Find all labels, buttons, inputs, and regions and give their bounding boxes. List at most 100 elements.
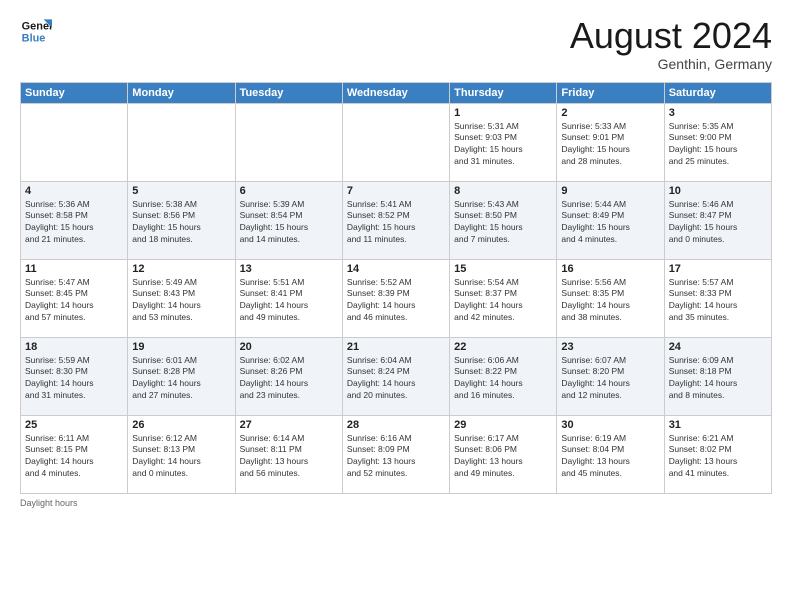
day-info: Sunrise: 6:16 AM Sunset: 8:09 PM Dayligh… bbox=[347, 433, 445, 481]
day-info: Sunrise: 5:36 AM Sunset: 8:58 PM Dayligh… bbox=[25, 199, 123, 247]
calendar-day-cell: 18 Sunrise: 5:59 AM Sunset: 8:30 PM Dayli… bbox=[21, 337, 128, 415]
day-number: 3 bbox=[669, 107, 767, 119]
day-number: 25 bbox=[25, 419, 123, 431]
day-info: Sunrise: 5:38 AM Sunset: 8:56 PM Dayligh… bbox=[132, 199, 230, 247]
calendar-day-cell: 26Sunrise: 6:12 AM Sunset: 8:13 PM Dayli… bbox=[128, 415, 235, 493]
calendar-day-cell: 17Sunrise: 5:57 AM Sunset: 8:33 PM Dayli… bbox=[664, 259, 771, 337]
day-info: Sunrise: 6:04 AM Sunset: 8:24 PM Dayligh… bbox=[347, 355, 445, 403]
day-number: 19 bbox=[132, 341, 230, 353]
day-number: 20 bbox=[240, 341, 338, 353]
calendar-day-cell: 11 Sunrise: 5:47 AM Sunset: 8:45 PM Dayli… bbox=[21, 259, 128, 337]
calendar-day-cell: 27 Sunrise: 6:14 AM Sunset: 8:11 PM Dayli… bbox=[235, 415, 342, 493]
calendar-week-row: 4 Sunrise: 5:36 AM Sunset: 8:58 PM Daylig… bbox=[21, 181, 772, 259]
calendar-day-cell: 28 Sunrise: 6:16 AM Sunset: 8:09 PM Dayli… bbox=[342, 415, 449, 493]
day-number: 5 bbox=[132, 185, 230, 197]
calendar-day-cell: 14Sunrise: 5:52 AM Sunset: 8:39 PM Dayli… bbox=[342, 259, 449, 337]
calendar-day-cell: 5 Sunrise: 5:38 AM Sunset: 8:56 PM Daylig… bbox=[128, 181, 235, 259]
day-info: Sunrise: 6:19 AM Sunset: 8:04 PM Dayligh… bbox=[561, 433, 659, 481]
day-info: Sunrise: 6:01 AM Sunset: 8:28 PM Dayligh… bbox=[132, 355, 230, 403]
day-header: Friday bbox=[557, 82, 664, 103]
calendar-day-cell bbox=[128, 103, 235, 181]
day-number: 15 bbox=[454, 263, 552, 275]
subtitle: Genthin, Germany bbox=[570, 56, 772, 72]
day-number: 2 bbox=[561, 107, 659, 119]
calendar-day-cell: 15 Sunrise: 5:54 AM Sunset: 8:37 PM Dayli… bbox=[450, 259, 557, 337]
day-header: Saturday bbox=[664, 82, 771, 103]
day-number: 18 bbox=[25, 341, 123, 353]
day-info: Sunrise: 5:47 AM Sunset: 8:45 PM Dayligh… bbox=[25, 277, 123, 325]
day-number: 22 bbox=[454, 341, 552, 353]
day-number: 1 bbox=[454, 107, 552, 119]
calendar-table: SundayMondayTuesdayWednesdayThursdayFrid… bbox=[20, 82, 772, 494]
calendar-day-cell: 22 Sunrise: 6:06 AM Sunset: 8:22 PM Dayli… bbox=[450, 337, 557, 415]
calendar-day-cell: 4 Sunrise: 5:36 AM Sunset: 8:58 PM Daylig… bbox=[21, 181, 128, 259]
day-header: Thursday bbox=[450, 82, 557, 103]
calendar-day-cell: 13Sunrise: 5:51 AM Sunset: 8:41 PM Dayli… bbox=[235, 259, 342, 337]
day-info: Sunrise: 5:33 AM Sunset: 9:01 PM Dayligh… bbox=[561, 121, 659, 169]
day-number: 9 bbox=[561, 185, 659, 197]
calendar-day-cell: 6 Sunrise: 5:39 AM Sunset: 8:54 PM Daylig… bbox=[235, 181, 342, 259]
calendar-day-cell: 29Sunrise: 6:17 AM Sunset: 8:06 PM Dayli… bbox=[450, 415, 557, 493]
day-number: 30 bbox=[561, 419, 659, 431]
day-info: Sunrise: 5:31 AM Sunset: 9:03 PM Dayligh… bbox=[454, 121, 552, 169]
day-info: Sunrise: 5:35 AM Sunset: 9:00 PM Dayligh… bbox=[669, 121, 767, 169]
calendar-day-cell: 9 Sunrise: 5:44 AM Sunset: 8:49 PM Daylig… bbox=[557, 181, 664, 259]
day-number: 12 bbox=[132, 263, 230, 275]
day-number: 10 bbox=[669, 185, 767, 197]
calendar-day-cell: 25 Sunrise: 6:11 AM Sunset: 8:15 PM Dayli… bbox=[21, 415, 128, 493]
day-header: Wednesday bbox=[342, 82, 449, 103]
logo: General Blue bbox=[20, 16, 52, 48]
calendar-day-cell: 20Sunrise: 6:02 AM Sunset: 8:26 PM Dayli… bbox=[235, 337, 342, 415]
calendar-week-row: 25 Sunrise: 6:11 AM Sunset: 8:15 PM Dayli… bbox=[21, 415, 772, 493]
daylight-label: Daylight hours bbox=[20, 498, 78, 508]
calendar-day-cell: 1 Sunrise: 5:31 AM Sunset: 9:03 PM Daylig… bbox=[450, 103, 557, 181]
day-info: Sunrise: 5:52 AM Sunset: 8:39 PM Dayligh… bbox=[347, 277, 445, 325]
day-info: Sunrise: 5:46 AM Sunset: 8:47 PM Dayligh… bbox=[669, 199, 767, 247]
day-info: Sunrise: 5:59 AM Sunset: 8:30 PM Dayligh… bbox=[25, 355, 123, 403]
month-title: August 2024 bbox=[570, 16, 772, 56]
day-info: Sunrise: 5:43 AM Sunset: 8:50 PM Dayligh… bbox=[454, 199, 552, 247]
calendar-week-row: 1 Sunrise: 5:31 AM Sunset: 9:03 PM Daylig… bbox=[21, 103, 772, 181]
day-number: 6 bbox=[240, 185, 338, 197]
day-number: 11 bbox=[25, 263, 123, 275]
calendar-day-cell: 24 Sunrise: 6:09 AM Sunset: 8:18 PM Dayli… bbox=[664, 337, 771, 415]
day-info: Sunrise: 6:09 AM Sunset: 8:18 PM Dayligh… bbox=[669, 355, 767, 403]
day-info: Sunrise: 6:14 AM Sunset: 8:11 PM Dayligh… bbox=[240, 433, 338, 481]
title-block: August 2024 Genthin, Germany bbox=[570, 16, 772, 72]
calendar-day-cell: 16Sunrise: 5:56 AM Sunset: 8:35 PM Dayli… bbox=[557, 259, 664, 337]
day-info: Sunrise: 5:49 AM Sunset: 8:43 PM Dayligh… bbox=[132, 277, 230, 325]
calendar-day-cell: 21Sunrise: 6:04 AM Sunset: 8:24 PM Dayli… bbox=[342, 337, 449, 415]
day-number: 16 bbox=[561, 263, 659, 275]
day-info: Sunrise: 5:41 AM Sunset: 8:52 PM Dayligh… bbox=[347, 199, 445, 247]
calendar-day-cell: 12 Sunrise: 5:49 AM Sunset: 8:43 PM Dayli… bbox=[128, 259, 235, 337]
calendar-week-row: 18 Sunrise: 5:59 AM Sunset: 8:30 PM Dayli… bbox=[21, 337, 772, 415]
day-info: Sunrise: 5:54 AM Sunset: 8:37 PM Dayligh… bbox=[454, 277, 552, 325]
day-info: Sunrise: 6:11 AM Sunset: 8:15 PM Dayligh… bbox=[25, 433, 123, 481]
calendar-day-cell: 7 Sunrise: 5:41 AM Sunset: 8:52 PM Daylig… bbox=[342, 181, 449, 259]
day-number: 13 bbox=[240, 263, 338, 275]
day-header: Tuesday bbox=[235, 82, 342, 103]
day-info: Sunrise: 5:44 AM Sunset: 8:49 PM Dayligh… bbox=[561, 199, 659, 247]
calendar-day-cell: 2 Sunrise: 5:33 AM Sunset: 9:01 PM Daylig… bbox=[557, 103, 664, 181]
calendar-day-cell bbox=[235, 103, 342, 181]
day-number: 27 bbox=[240, 419, 338, 431]
calendar-day-cell: 10 Sunrise: 5:46 AM Sunset: 8:47 PM Dayli… bbox=[664, 181, 771, 259]
svg-text:Blue: Blue bbox=[22, 32, 46, 44]
day-number: 29 bbox=[454, 419, 552, 431]
day-number: 28 bbox=[347, 419, 445, 431]
day-info: Sunrise: 6:12 AM Sunset: 8:13 PM Dayligh… bbox=[132, 433, 230, 481]
day-info: Sunrise: 5:39 AM Sunset: 8:54 PM Dayligh… bbox=[240, 199, 338, 247]
day-info: Sunrise: 6:06 AM Sunset: 8:22 PM Dayligh… bbox=[454, 355, 552, 403]
day-number: 7 bbox=[347, 185, 445, 197]
calendar-day-cell bbox=[342, 103, 449, 181]
day-number: 24 bbox=[669, 341, 767, 353]
day-number: 8 bbox=[454, 185, 552, 197]
calendar-week-row: 11 Sunrise: 5:47 AM Sunset: 8:45 PM Dayli… bbox=[21, 259, 772, 337]
day-number: 4 bbox=[25, 185, 123, 197]
calendar-day-cell bbox=[21, 103, 128, 181]
calendar-day-cell: 30 Sunrise: 6:19 AM Sunset: 8:04 PM Dayli… bbox=[557, 415, 664, 493]
day-info: Sunrise: 6:21 AM Sunset: 8:02 PM Dayligh… bbox=[669, 433, 767, 481]
logo-icon: General Blue bbox=[20, 16, 52, 48]
day-number: 31 bbox=[669, 419, 767, 431]
header: General Blue August 2024 Genthin, German… bbox=[20, 16, 772, 72]
